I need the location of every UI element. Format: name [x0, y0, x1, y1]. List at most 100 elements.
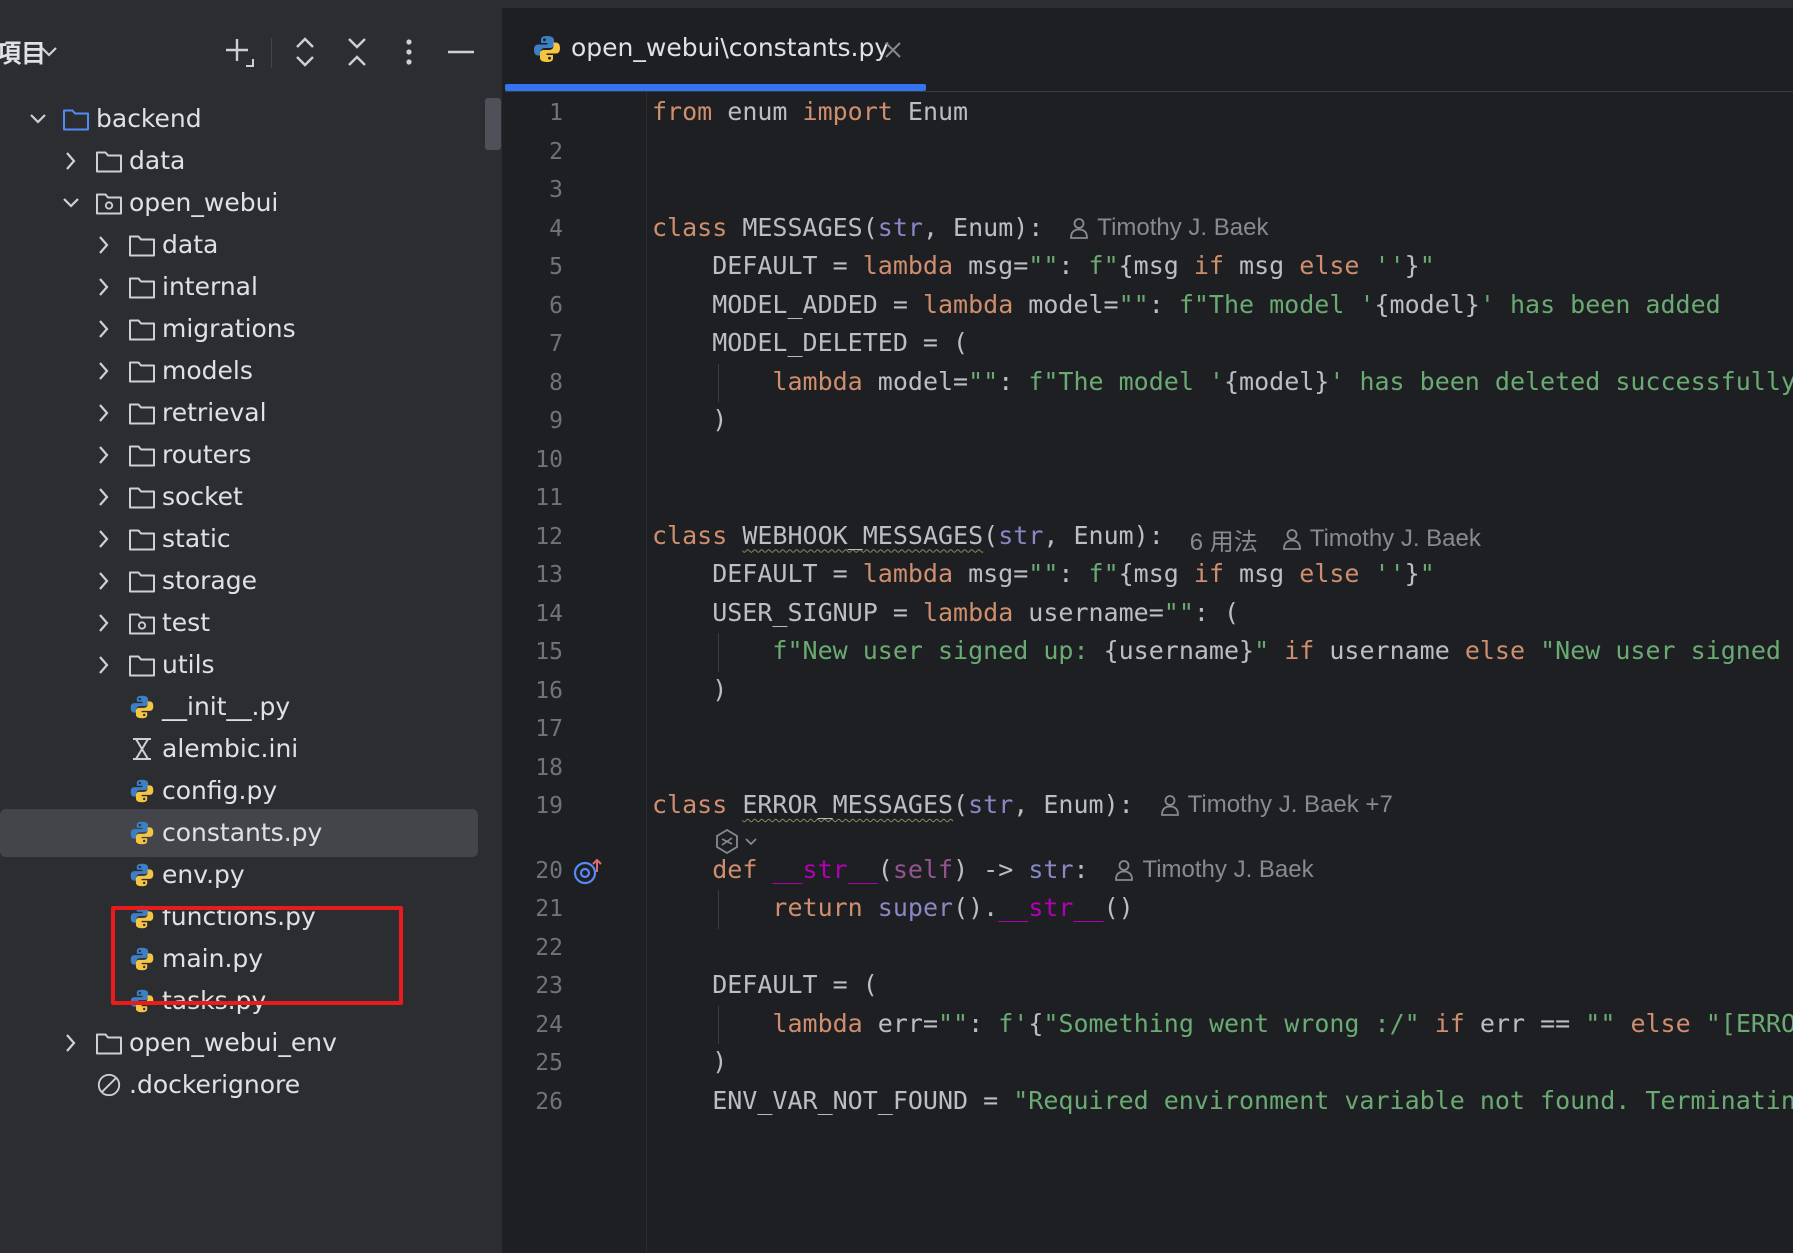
- expand-all-icon[interactable]: [285, 32, 325, 72]
- tree-item-init-py[interactable]: __init__.py: [0, 683, 480, 731]
- chevron-right-icon[interactable]: [94, 402, 114, 424]
- chevron-right-icon[interactable]: [94, 234, 114, 256]
- tree-item-dockerignore[interactable]: .dockerignore: [0, 1061, 480, 1109]
- code-line: from enum import Enum: [652, 97, 969, 126]
- tree-item-open-webui[interactable]: open_webui: [0, 179, 480, 227]
- chevron-right-icon[interactable]: [94, 444, 114, 466]
- tree-item-label: data: [129, 146, 186, 175]
- tree-item-models[interactable]: models: [0, 347, 480, 395]
- line-number: 17: [535, 716, 563, 742]
- code-line: ): [652, 674, 728, 704]
- line-number: 8: [549, 369, 563, 396]
- chevron-right-icon[interactable]: [94, 528, 114, 550]
- tree-item-label: migrations: [162, 314, 296, 343]
- code-line: class MESSAGES(str, Enum):: [652, 212, 1044, 242]
- hide-icon[interactable]: [441, 32, 481, 72]
- tree-item-storage[interactable]: storage: [0, 557, 480, 605]
- line-number: 5: [549, 254, 563, 280]
- override-method-icon[interactable]: [573, 858, 603, 890]
- code-line: ): [652, 405, 728, 434]
- author-inlay-hint[interactable]: Timothy J. Baek: [1069, 214, 1268, 242]
- tree-item-routers[interactable]: routers: [0, 431, 480, 479]
- author-inlay-hint[interactable]: Timothy J. Baek: [1114, 856, 1314, 884]
- tree-item-constants-py[interactable]: constants.py: [0, 809, 478, 857]
- chevron-right-icon[interactable]: [61, 150, 81, 172]
- tab-label: open_webui\constants.py: [571, 33, 890, 62]
- indent-guide: [718, 363, 719, 402]
- more-icon[interactable]: [389, 32, 429, 72]
- folder-icon: [96, 1033, 122, 1055]
- tree-item-migrations[interactable]: migrations: [0, 305, 480, 353]
- chevron-right-icon[interactable]: [94, 654, 114, 676]
- collapse-all-icon[interactable]: [337, 32, 377, 72]
- chevron-right-icon[interactable]: [94, 570, 114, 592]
- tree-item-data[interactable]: data: [0, 137, 480, 185]
- tree-item-utils[interactable]: utils: [0, 641, 480, 689]
- chevron-right-icon[interactable]: [94, 318, 114, 340]
- tree-item-data[interactable]: data: [0, 221, 480, 269]
- tree-item-label: routers: [162, 440, 252, 469]
- ignore-file-icon: [97, 1073, 121, 1097]
- chevron-right-icon[interactable]: [94, 360, 114, 382]
- usages-inlay-hint[interactable]: 6 用法 Timothy J. Baek: [1190, 522, 1481, 557]
- line-number: 7: [549, 331, 563, 357]
- folder-icon: [129, 529, 155, 551]
- scrollbar-thumb[interactable]: [485, 98, 501, 150]
- project-panel-header: 項目: [0, 8, 502, 90]
- folder-icon: [63, 109, 89, 131]
- tree-item-config-py[interactable]: config.py: [0, 767, 480, 815]
- indent-guide: [718, 890, 719, 929]
- line-number: 12: [535, 523, 563, 550]
- tree-item-socket[interactable]: socket: [0, 473, 480, 521]
- chevron-right-icon[interactable]: [94, 276, 114, 298]
- chevron-down-icon[interactable]: [40, 46, 58, 58]
- python-file-icon: [534, 36, 560, 62]
- tree-item-label: storage: [162, 566, 257, 595]
- tree-item-static[interactable]: static: [0, 515, 480, 563]
- tree-item-open-webui-env[interactable]: open_webui_env: [0, 1019, 480, 1067]
- code-line: def __str__(self) -> str:: [712, 854, 1089, 884]
- tree-item-label: internal: [162, 272, 258, 301]
- author-name: Timothy J. Baek +7: [1187, 791, 1393, 818]
- usages-count[interactable]: 6 用法: [1190, 522, 1258, 557]
- package-folder-icon: [129, 613, 155, 635]
- code-line: USER_SIGNUP = lambda username="": (: [652, 597, 1240, 627]
- chevron-down-icon[interactable]: [28, 108, 48, 130]
- chevron-down-icon[interactable]: [61, 192, 81, 214]
- code-line: f"New user signed up: {username}" if use…: [772, 636, 1781, 665]
- gutter-separator: [646, 92, 647, 1252]
- python-file-icon: [130, 821, 154, 845]
- python-file-icon: [130, 779, 154, 803]
- line-number: 22: [535, 934, 563, 961]
- tree-item-retrieval[interactable]: retrieval: [0, 389, 480, 437]
- tree-item-env-py[interactable]: env.py: [0, 851, 480, 899]
- chevron-right-icon[interactable]: [94, 486, 114, 508]
- tree-item-test[interactable]: test: [0, 599, 480, 647]
- code-line: return super().__str__(): [772, 893, 1134, 922]
- tree-item-alembic-ini[interactable]: alembic.ini: [0, 725, 480, 773]
- line-number: 21: [535, 896, 563, 922]
- chevron-right-icon[interactable]: [61, 1032, 81, 1054]
- chevron-right-icon[interactable]: [94, 612, 114, 634]
- tree-item-backend[interactable]: backend: [0, 95, 480, 143]
- line-number: 24: [535, 1011, 563, 1038]
- line-number: 4: [549, 215, 563, 242]
- code-line: ): [652, 1047, 728, 1076]
- code-area[interactable]: from enum import Enum class MESSAGES(str,…: [652, 92, 1793, 1252]
- tree-item-label: utils: [162, 650, 215, 679]
- project-panel: 項目 backend data open_webui data internal migr…: [0, 8, 502, 1253]
- tree-item-label: open_webui: [129, 188, 279, 217]
- tab-constants-py[interactable]: open_webui\constants.py: [505, 8, 926, 91]
- tree-item-label: config.py: [162, 776, 278, 805]
- add-icon[interactable]: [219, 32, 259, 72]
- line-number: 25: [535, 1050, 563, 1076]
- author-inlay-hint[interactable]: Timothy J. Baek +7: [1160, 791, 1393, 819]
- tree-item-label: models: [162, 356, 253, 385]
- tree-item-label: backend: [96, 104, 202, 133]
- author-name: Timothy J. Baek: [1309, 525, 1481, 552]
- editor-tabbar: open_webui\constants.py: [505, 8, 1793, 92]
- tree-item-internal[interactable]: internal: [0, 263, 480, 311]
- tree-item-label: test: [162, 608, 211, 637]
- close-icon[interactable]: [883, 40, 903, 60]
- tree-item-label: alembic.ini: [162, 734, 299, 763]
